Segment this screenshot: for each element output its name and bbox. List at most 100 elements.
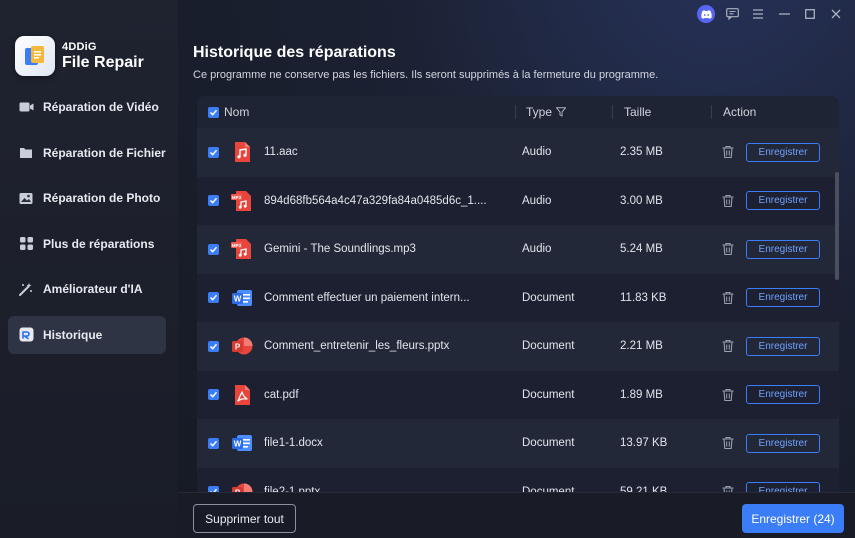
file-size: 3.00 MB: [620, 194, 663, 207]
pdf-file-icon: [231, 371, 253, 420]
save-button[interactable]: Enregistrer: [746, 482, 820, 492]
delete-icon[interactable]: [721, 194, 735, 208]
file-type: Document: [522, 437, 575, 450]
file-type: Document: [522, 485, 575, 492]
video-icon: [18, 99, 34, 115]
mp3-file-icon: MP3: [231, 225, 253, 274]
sidebar-item-photo-repair[interactable]: Réparation de Photo: [8, 179, 166, 217]
sidebar-item-video-repair[interactable]: Réparation de Vidéo: [8, 88, 166, 126]
table-body: 11.aac Audio 2.35 MB Enregistrer MP3 894d68fb…: [197, 128, 839, 492]
table-row[interactable]: Wfile1-1.docx Document 13.97 KB Enregistrer: [197, 419, 839, 468]
file-size: 59.21 KB: [620, 485, 668, 492]
feedback-icon[interactable]: [723, 5, 741, 23]
column-action-header: Action: [723, 105, 757, 119]
powerpoint-file-icon: P: [231, 468, 253, 492]
file-name: cat.pdf: [264, 388, 299, 401]
delete-icon[interactable]: [721, 145, 735, 159]
sidebar-item-ai-enhancer[interactable]: Améliorateur d'IA: [8, 270, 166, 308]
file-type: Audio: [522, 243, 552, 256]
column-name-header: Nom: [224, 105, 250, 119]
window-controls: [697, 4, 845, 24]
app-window: 4DDiG File Repair Réparation de Vidéo Ré…: [0, 0, 855, 538]
row-checkbox[interactable]: [208, 243, 219, 255]
sidebar: 4DDiG File Repair Réparation de Vidéo Ré…: [0, 0, 178, 538]
file-type: Audio: [522, 194, 552, 207]
menu-icon[interactable]: [749, 5, 767, 23]
brand: 4DDiG File Repair: [15, 36, 144, 76]
save-button[interactable]: Enregistrer: [746, 433, 820, 453]
mp3-file-icon: MP3: [231, 177, 253, 226]
sidebar-item-file-repair[interactable]: Réparation de Fichier: [8, 134, 166, 172]
table-header: Nom Type Taille Action: [197, 96, 839, 128]
sidebar-item-label: Historique: [43, 327, 103, 342]
footer-bar: Supprimer tout Enregistrer (24): [178, 492, 855, 538]
brand-small: 4DDiG: [62, 40, 97, 53]
sidebar-item-history[interactable]: Historique: [8, 315, 166, 354]
file-size: 2.21 MB: [620, 340, 663, 353]
row-checkbox[interactable]: [208, 146, 219, 158]
delete-all-button[interactable]: Supprimer tout: [193, 504, 296, 533]
save-button[interactable]: Enregistrer: [746, 142, 820, 162]
filter-icon[interactable]: [556, 107, 567, 117]
save-button[interactable]: Enregistrer: [746, 336, 820, 356]
grid-icon: [18, 236, 34, 252]
file-type: Document: [522, 388, 575, 401]
file-name: 894d68fb564a4c47a329fa84a0485d6c_1....: [264, 194, 487, 207]
save-button[interactable]: Enregistrer: [746, 385, 820, 405]
file-icon: [18, 145, 34, 161]
delete-icon[interactable]: [721, 436, 735, 450]
maximize-icon[interactable]: [801, 5, 819, 23]
save-all-button[interactable]: Enregistrer (24): [742, 504, 844, 533]
magic-wand-icon: [18, 281, 34, 297]
table-row[interactable]: P Comment_entretenir_les_fleurs.pptx Docum…: [197, 322, 839, 371]
file-type: Document: [522, 340, 575, 353]
delete-icon[interactable]: [721, 291, 735, 305]
powerpoint-file-icon: P: [231, 322, 253, 371]
file-type: Audio: [522, 146, 552, 159]
file-type: Document: [522, 291, 575, 304]
photo-icon: [18, 190, 34, 206]
select-all-checkbox[interactable]: [208, 106, 219, 118]
delete-icon[interactable]: [721, 339, 735, 353]
column-type-header[interactable]: Type: [526, 96, 567, 128]
table-row[interactable]: Pfile2-1.pptx Document 59.21 KB Enregistrer: [197, 467, 839, 492]
table-row[interactable]: W Comment effectuer un paiement intern...…: [197, 273, 839, 323]
table-row[interactable]: MP3 894d68fb564a4c47a329fa84a0485d6c_1...…: [197, 176, 839, 226]
row-checkbox[interactable]: [208, 437, 219, 449]
svg-text:W: W: [234, 294, 242, 303]
sidebar-item-label: Réparation de Vidéo: [43, 100, 159, 114]
save-button[interactable]: Enregistrer: [746, 288, 820, 308]
file-name: file1-1.docx: [264, 437, 323, 450]
sidebar-item-more-repairs[interactable]: Plus de réparations: [8, 225, 166, 263]
file-name: Gemini - The Soundlings.mp3: [264, 243, 416, 256]
save-button[interactable]: Enregistrer: [746, 191, 820, 211]
save-button[interactable]: Enregistrer: [746, 239, 820, 259]
table-row[interactable]: cat.pdf Document 1.89 MB Enregistrer: [197, 370, 839, 420]
discord-icon[interactable]: [697, 5, 715, 23]
file-size: 2.35 MB: [620, 146, 663, 159]
file-name: file2-1.pptx: [264, 485, 321, 492]
sidebar-item-label: Améliorateur d'IA: [43, 282, 143, 296]
row-checkbox[interactable]: [208, 292, 219, 304]
table-row[interactable]: 11.aac Audio 2.35 MB Enregistrer: [197, 128, 839, 177]
audio-file-icon: [231, 128, 253, 177]
delete-icon[interactable]: [721, 485, 735, 492]
svg-text:MP3: MP3: [232, 243, 242, 248]
main-panel: Historique des réparations Ce programme …: [178, 0, 855, 538]
row-checkbox[interactable]: [208, 389, 219, 401]
minimize-icon[interactable]: [775, 5, 793, 23]
delete-icon[interactable]: [721, 388, 735, 402]
row-checkbox[interactable]: [208, 195, 219, 207]
close-icon[interactable]: [827, 5, 845, 23]
table-row[interactable]: MP3 Gemini - The Soundlings.mp3 Audio 5.24 …: [197, 225, 839, 274]
sidebar-item-label: Réparation de Photo: [43, 191, 161, 205]
column-divider: [612, 105, 613, 119]
row-checkbox[interactable]: [208, 340, 219, 352]
history-table: Nom Type Taille Action 11.aac Audio 2.35 M…: [197, 96, 839, 492]
delete-icon[interactable]: [721, 242, 735, 256]
column-type-label: Type: [526, 105, 553, 119]
history-icon: [18, 327, 34, 343]
table-scrollbar[interactable]: [835, 172, 839, 280]
word-file-icon: W: [231, 274, 253, 323]
sidebar-item-label: Réparation de Fichier: [43, 145, 166, 160]
